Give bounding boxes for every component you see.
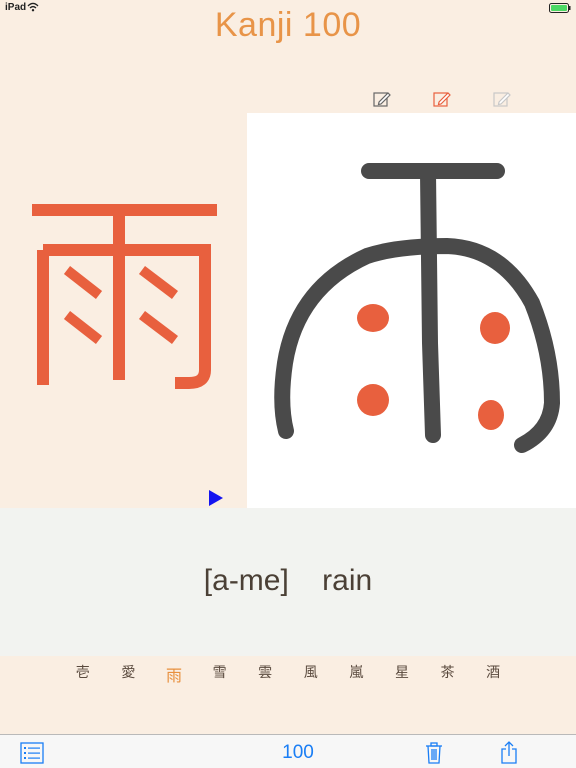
edit-pen-light-icon[interactable]: [493, 90, 511, 108]
handwritten-strokes: [274, 163, 560, 453]
kanji-list-item[interactable]: 嵐: [334, 662, 380, 684]
kanji-list-item[interactable]: 星: [379, 662, 425, 684]
app-title: Kanji 100: [214, 6, 362, 44]
kanji-main-glyph: [32, 204, 217, 389]
edit-pen-orange-icon[interactable]: [433, 90, 451, 108]
edit-pen-dark-icon[interactable]: [373, 90, 391, 108]
share-icon[interactable]: [497, 741, 521, 765]
bottom-toolbar: 100: [0, 734, 576, 768]
play-icon[interactable]: [209, 490, 223, 506]
kanji-list-item[interactable]: 雲: [242, 662, 288, 684]
kanji-list-item[interactable]: 愛: [106, 662, 152, 684]
kanji-list-item[interactable]: 雨: [151, 662, 197, 685]
kanji-list-item[interactable]: 風: [288, 662, 334, 684]
kanji-strip: 壱愛雨雪雲風嵐星茶酒: [60, 662, 516, 685]
kanji-list-item[interactable]: 酒: [470, 662, 516, 684]
reading-text: [a-me] rain: [203, 564, 373, 597]
trash-icon[interactable]: [422, 741, 446, 765]
kanji-count[interactable]: 100: [268, 742, 328, 764]
kanji-list-item[interactable]: 壱: [60, 662, 106, 684]
list-icon[interactable]: [20, 741, 44, 765]
kanji-list-item[interactable]: 茶: [425, 662, 471, 684]
drawing-canvas[interactable]: [247, 113, 576, 508]
reading-panel: [a-me] rain: [0, 508, 576, 656]
kanji-list-item[interactable]: 雪: [197, 662, 243, 684]
